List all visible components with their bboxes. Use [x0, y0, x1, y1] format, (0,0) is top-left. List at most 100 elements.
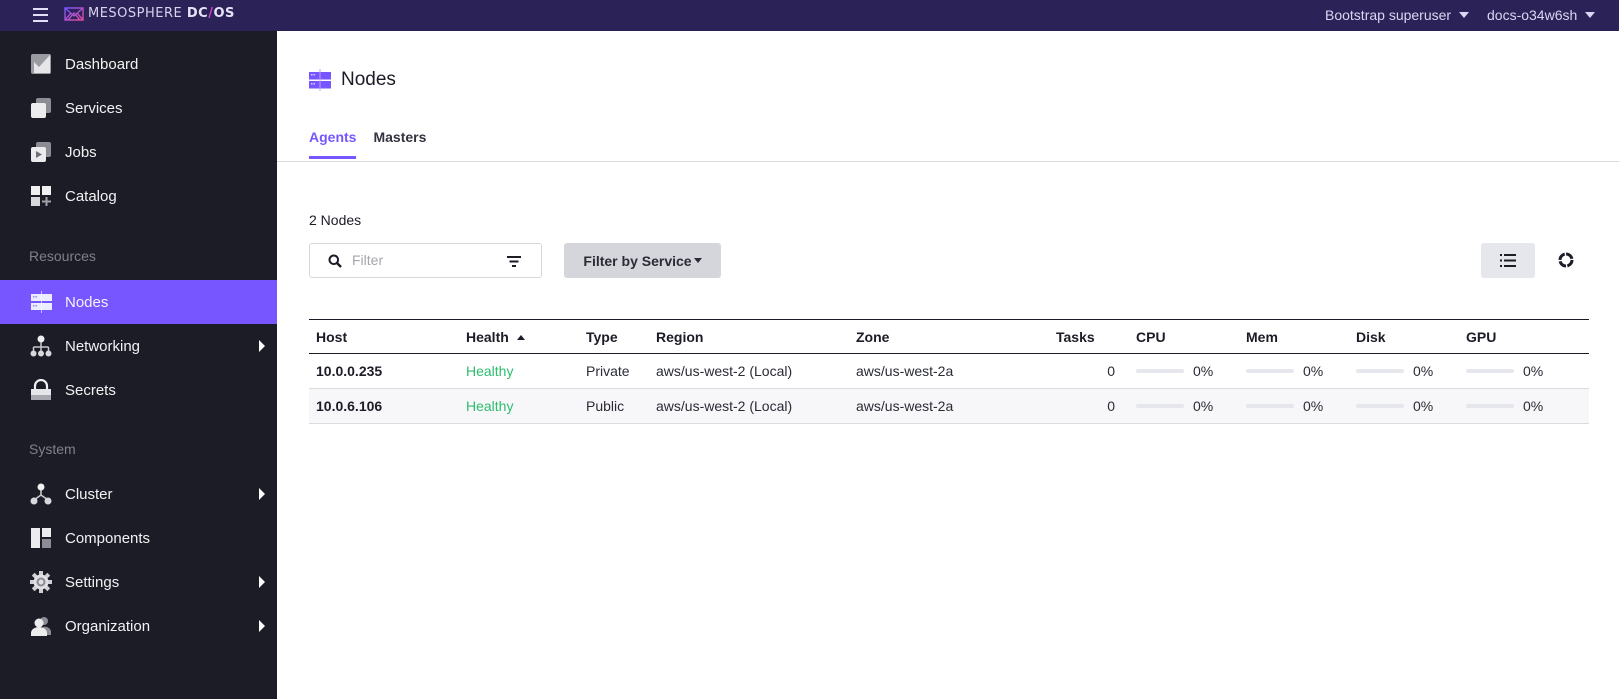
mem-progress-bar — [1246, 404, 1294, 408]
host-cell[interactable]: 10.0.6.106 — [309, 388, 459, 424]
search-icon — [328, 254, 342, 268]
cpu-cell: 0% — [1129, 353, 1239, 389]
sidebar-item-label: Settings — [65, 573, 120, 591]
sidebar-item-settings[interactable]: Settings — [0, 560, 277, 604]
sidebar-item-catalog[interactable]: Catalog — [0, 174, 277, 218]
sidebar-item-components[interactable]: Components — [0, 516, 277, 560]
zone-cell: aws/us-west-2a — [849, 353, 1049, 389]
column-header-health[interactable]: Health — [459, 319, 579, 354]
filter-by-service-label: Filter by Service — [583, 252, 692, 269]
zone-cell: aws/us-west-2a — [849, 388, 1049, 424]
type-cell: Public — [579, 388, 649, 424]
cluster-name: docs-o34w6sh — [1487, 7, 1578, 23]
gpu-cell: 0% — [1459, 388, 1589, 424]
cluster-icon — [30, 483, 52, 505]
donut-chart-icon — [1558, 252, 1574, 268]
tab-agents[interactable]: Agents — [309, 129, 357, 159]
disk-percent: 0% — [1413, 398, 1434, 414]
filter-lines-icon[interactable] — [507, 256, 521, 267]
disk-usage: 0% — [1356, 398, 1459, 414]
disk-percent: 0% — [1413, 363, 1434, 379]
column-header-disk[interactable]: Disk — [1349, 319, 1459, 354]
tasks-cell: 0 — [1049, 388, 1129, 424]
sidebar-item-label: Dashboard — [65, 55, 139, 73]
sidebar-item-cluster[interactable]: Cluster — [0, 472, 277, 516]
sidebar-item-nodes[interactable]: Nodes — [0, 280, 277, 324]
section-title-resources: Resources — [29, 248, 96, 264]
gpu-progress-bar — [1466, 404, 1514, 408]
sidebar-item-label: Organization — [65, 617, 151, 635]
brand-name: MESOSPHERE DC/OS — [88, 6, 235, 21]
section-title-system: System — [29, 441, 76, 457]
chevron-right-icon — [259, 488, 265, 500]
region-cell: aws/us-west-2 (Local) — [649, 388, 849, 424]
filter-by-service-button[interactable]: Filter by Service — [564, 243, 721, 278]
sidebar-item-label: Catalog — [65, 187, 117, 205]
mem-usage: 0% — [1246, 363, 1349, 379]
cpu-usage: 0% — [1136, 398, 1239, 414]
column-header-region[interactable]: Region — [649, 319, 849, 354]
cpu-percent: 0% — [1193, 363, 1214, 379]
column-header-zone[interactable]: Zone — [849, 319, 1049, 354]
jobs-icon — [31, 142, 51, 162]
gpu-usage: 0% — [1466, 398, 1589, 414]
top-bar: MESOSPHERE DC/OS Bootstrap superuser doc… — [0, 0, 1619, 31]
main-content: Nodes Agents Masters 2 Nodes Filter by S… — [277, 31, 1619, 699]
column-header-host[interactable]: Host — [309, 319, 459, 354]
chevron-right-icon — [259, 340, 265, 352]
column-header-cpu[interactable]: CPU — [1129, 319, 1239, 354]
host-cell[interactable]: 10.0.0.235 — [309, 353, 459, 389]
list-view-button[interactable] — [1481, 243, 1535, 278]
gpu-percent: 0% — [1523, 398, 1544, 414]
disk-cell: 0% — [1349, 353, 1459, 389]
health-cell: Healthy — [459, 353, 579, 389]
type-cell: Private — [579, 353, 649, 389]
users-icon — [31, 617, 51, 636]
sidebar-item-services[interactable]: Services — [0, 86, 277, 130]
nodes-table: Host Health Type Region Zone Tasks CPU M… — [309, 319, 1589, 424]
sidebar-item-label: Components — [65, 529, 151, 547]
services-icon — [31, 98, 51, 118]
chevron-right-icon — [259, 576, 265, 588]
disk-usage: 0% — [1356, 363, 1459, 379]
components-icon — [31, 528, 51, 548]
sidebar-item-networking[interactable]: Networking — [0, 324, 277, 368]
page-title: Nodes — [341, 69, 396, 90]
dashboard-icon — [31, 54, 51, 74]
column-header-type[interactable]: Type — [579, 319, 649, 354]
user-menu[interactable]: Bootstrap superuser — [1325, 7, 1470, 23]
tabs: Agents Masters — [309, 129, 443, 159]
column-header-gpu[interactable]: GPU — [1459, 319, 1589, 354]
filter-box[interactable] — [309, 243, 542, 278]
user-name: Bootstrap superuser — [1325, 7, 1452, 23]
table-row[interactable]: 10.0.6.106 Healthy Public aws/us-west-2 (Lo… — [309, 388, 1589, 424]
cpu-percent: 0% — [1193, 398, 1214, 414]
column-header-tasks[interactable]: Tasks — [1049, 319, 1129, 354]
gear-icon — [30, 571, 52, 593]
lock-icon — [31, 379, 51, 400]
cluster-menu[interactable]: docs-o34w6sh — [1487, 7, 1596, 23]
node-count: 2 Nodes — [309, 212, 362, 228]
mesosphere-logo-icon — [64, 6, 84, 21]
logo: MESOSPHERE DC/OS — [64, 6, 235, 21]
networking-icon — [30, 335, 52, 357]
caret-down-icon — [693, 258, 702, 263]
table-row[interactable]: 10.0.0.235 Healthy Private aws/us-west-2 (L… — [309, 353, 1589, 389]
hamburger-menu-icon[interactable] — [33, 8, 48, 22]
disk-progress-bar — [1356, 404, 1404, 408]
nodes-icon — [309, 69, 331, 91]
nodes-icon — [31, 291, 52, 313]
caret-down-icon — [1585, 12, 1596, 18]
disk-cell: 0% — [1349, 388, 1459, 424]
filter-input[interactable] — [352, 252, 492, 268]
catalog-icon — [31, 186, 51, 206]
mem-cell: 0% — [1239, 388, 1349, 424]
sidebar-item-jobs[interactable]: Jobs — [0, 130, 277, 174]
sidebar-item-organization[interactable]: Organization — [0, 604, 277, 648]
sidebar-item-secrets[interactable]: Secrets — [0, 368, 277, 412]
column-header-mem[interactable]: Mem — [1239, 319, 1349, 354]
sidebar-item-dashboard[interactable]: Dashboard — [0, 42, 277, 86]
table-header-row: Host Health Type Region Zone Tasks CPU M… — [309, 319, 1589, 354]
donut-view-button[interactable] — [1551, 245, 1581, 275]
tab-masters[interactable]: Masters — [373, 129, 426, 159]
